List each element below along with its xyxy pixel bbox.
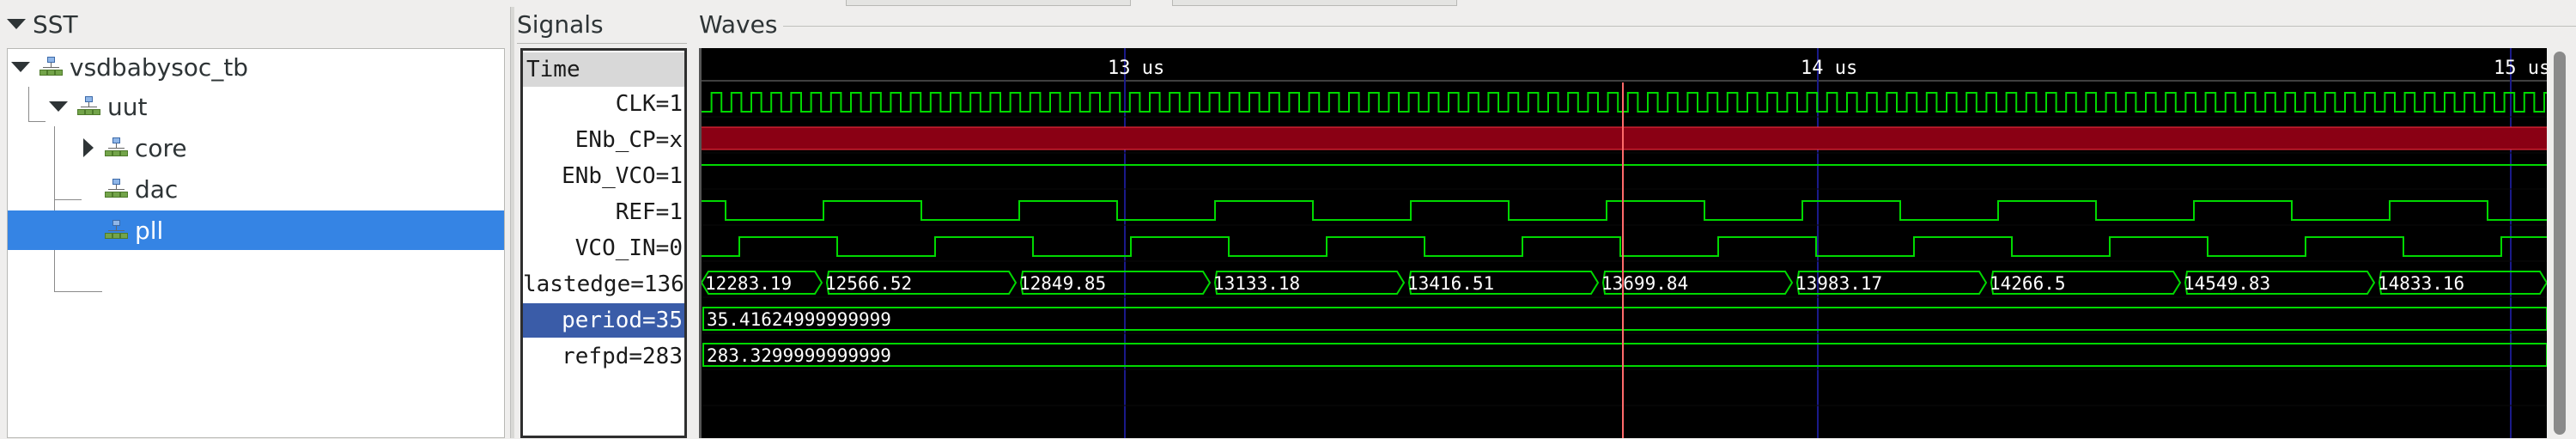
lastedge-value-label: 12566.52 bbox=[825, 273, 912, 294]
time-marker-label: 14 us bbox=[1801, 58, 1857, 79]
hierarchy-icon bbox=[39, 56, 64, 78]
tree-item-uut[interactable]: uut bbox=[8, 87, 504, 126]
signal-row-period[interactable]: period=35 bbox=[523, 303, 684, 338]
signal-row-enb-cp[interactable]: ENb_CP=x bbox=[523, 123, 684, 157]
tree-item-dac[interactable]: dac bbox=[8, 169, 504, 209]
enb-cp-undefined-band bbox=[702, 127, 2547, 149]
pane-divider[interactable] bbox=[689, 7, 696, 438]
time-marker-label: 15 us bbox=[2494, 58, 2547, 79]
lastedge-value-label: 14266.5 bbox=[1990, 273, 2066, 294]
sst-panel-header[interactable]: SST bbox=[7, 5, 78, 43]
lastedge-value-label: 14549.83 bbox=[2184, 273, 2270, 294]
signal-row-lastedge[interactable]: lastedge=136 bbox=[523, 267, 684, 302]
lastedge-value-label: 13133.18 bbox=[1213, 273, 1300, 294]
signal-row-clk[interactable]: CLK=1 bbox=[523, 87, 684, 121]
tree-item-label: core bbox=[135, 133, 187, 162]
tree-item-label: vsdbabysoc_tb bbox=[70, 52, 249, 82]
pane-divider[interactable] bbox=[510, 7, 514, 438]
sst-title: SST bbox=[33, 9, 78, 39]
waveform-svg[interactable]: 13 us 14 us 15 us 12283.19 12566.52 12849.85 1… bbox=[702, 48, 2547, 438]
tree-item-label: dac bbox=[135, 174, 179, 204]
ref-waveform bbox=[702, 200, 2547, 221]
tree-item-pll[interactable]: pll bbox=[8, 210, 504, 250]
collapse-arrow-icon[interactable] bbox=[7, 19, 26, 29]
signal-row-enb-vco[interactable]: ENb_VCO=1 bbox=[523, 159, 684, 193]
top-tab-1[interactable] bbox=[846, 0, 1131, 6]
lastedge-value-label: 13416.51 bbox=[1407, 273, 1494, 294]
refpd-bus bbox=[702, 343, 2547, 367]
expand-arrow-icon[interactable] bbox=[83, 138, 94, 157]
lastedge-value-label: 14833.16 bbox=[2378, 273, 2464, 294]
lastedge-value-label: 13983.17 bbox=[1795, 273, 1882, 294]
clk-waveform bbox=[702, 92, 2547, 113]
tree-item-label: uut bbox=[107, 92, 148, 121]
lastedge-value-label: 13699.84 bbox=[1601, 273, 1688, 294]
tree-item-core[interactable]: core bbox=[8, 128, 504, 168]
waves-frame-line bbox=[783, 26, 2576, 27]
period-bus bbox=[702, 307, 2547, 331]
tree-item-vsdbabysoc-tb[interactable]: vsdbabysoc_tb bbox=[8, 47, 504, 87]
hierarchy-icon bbox=[76, 95, 102, 118]
top-tab-2[interactable] bbox=[1172, 0, 1457, 6]
signal-row-refpd[interactable]: refpd=283 bbox=[523, 339, 684, 374]
hierarchy-icon bbox=[104, 219, 130, 241]
signal-row-ref[interactable]: REF=1 bbox=[523, 195, 684, 229]
signals-list[interactable]: Time CLK=1 ENb_CP=x ENb_VCO=1 REF=1 VCO_… bbox=[520, 48, 687, 438]
time-marker-label: 13 us bbox=[1108, 58, 1164, 79]
expand-arrow-icon[interactable] bbox=[49, 101, 68, 112]
expand-arrow-icon[interactable] bbox=[11, 62, 30, 72]
period-value-label: 35.41624999999999 bbox=[707, 309, 891, 330]
vco-in-waveform bbox=[702, 236, 2547, 257]
scrollbar-thumb[interactable] bbox=[2554, 52, 2566, 435]
refpd-value-label: 283.3299999999999 bbox=[707, 345, 891, 366]
waves-title: Waves bbox=[699, 10, 778, 39]
signal-row-vco-in[interactable]: VCO_IN=0 bbox=[523, 231, 684, 265]
signals-header-time: Time bbox=[523, 52, 684, 87]
waves-canvas[interactable]: 13 us 14 us 15 us 12283.19 12566.52 12849.85 1… bbox=[699, 48, 2547, 438]
signals-title: Signals bbox=[517, 10, 604, 39]
hierarchy-icon bbox=[104, 178, 130, 200]
hierarchy-icon bbox=[104, 137, 130, 159]
lastedge-value-label: 12849.85 bbox=[1019, 273, 1106, 294]
sst-tree[interactable]: vsdbabysoc_tb uut core dac pll bbox=[7, 48, 505, 438]
tree-item-label: pll bbox=[135, 216, 164, 245]
lastedge-value-label: 12283.19 bbox=[705, 273, 792, 294]
